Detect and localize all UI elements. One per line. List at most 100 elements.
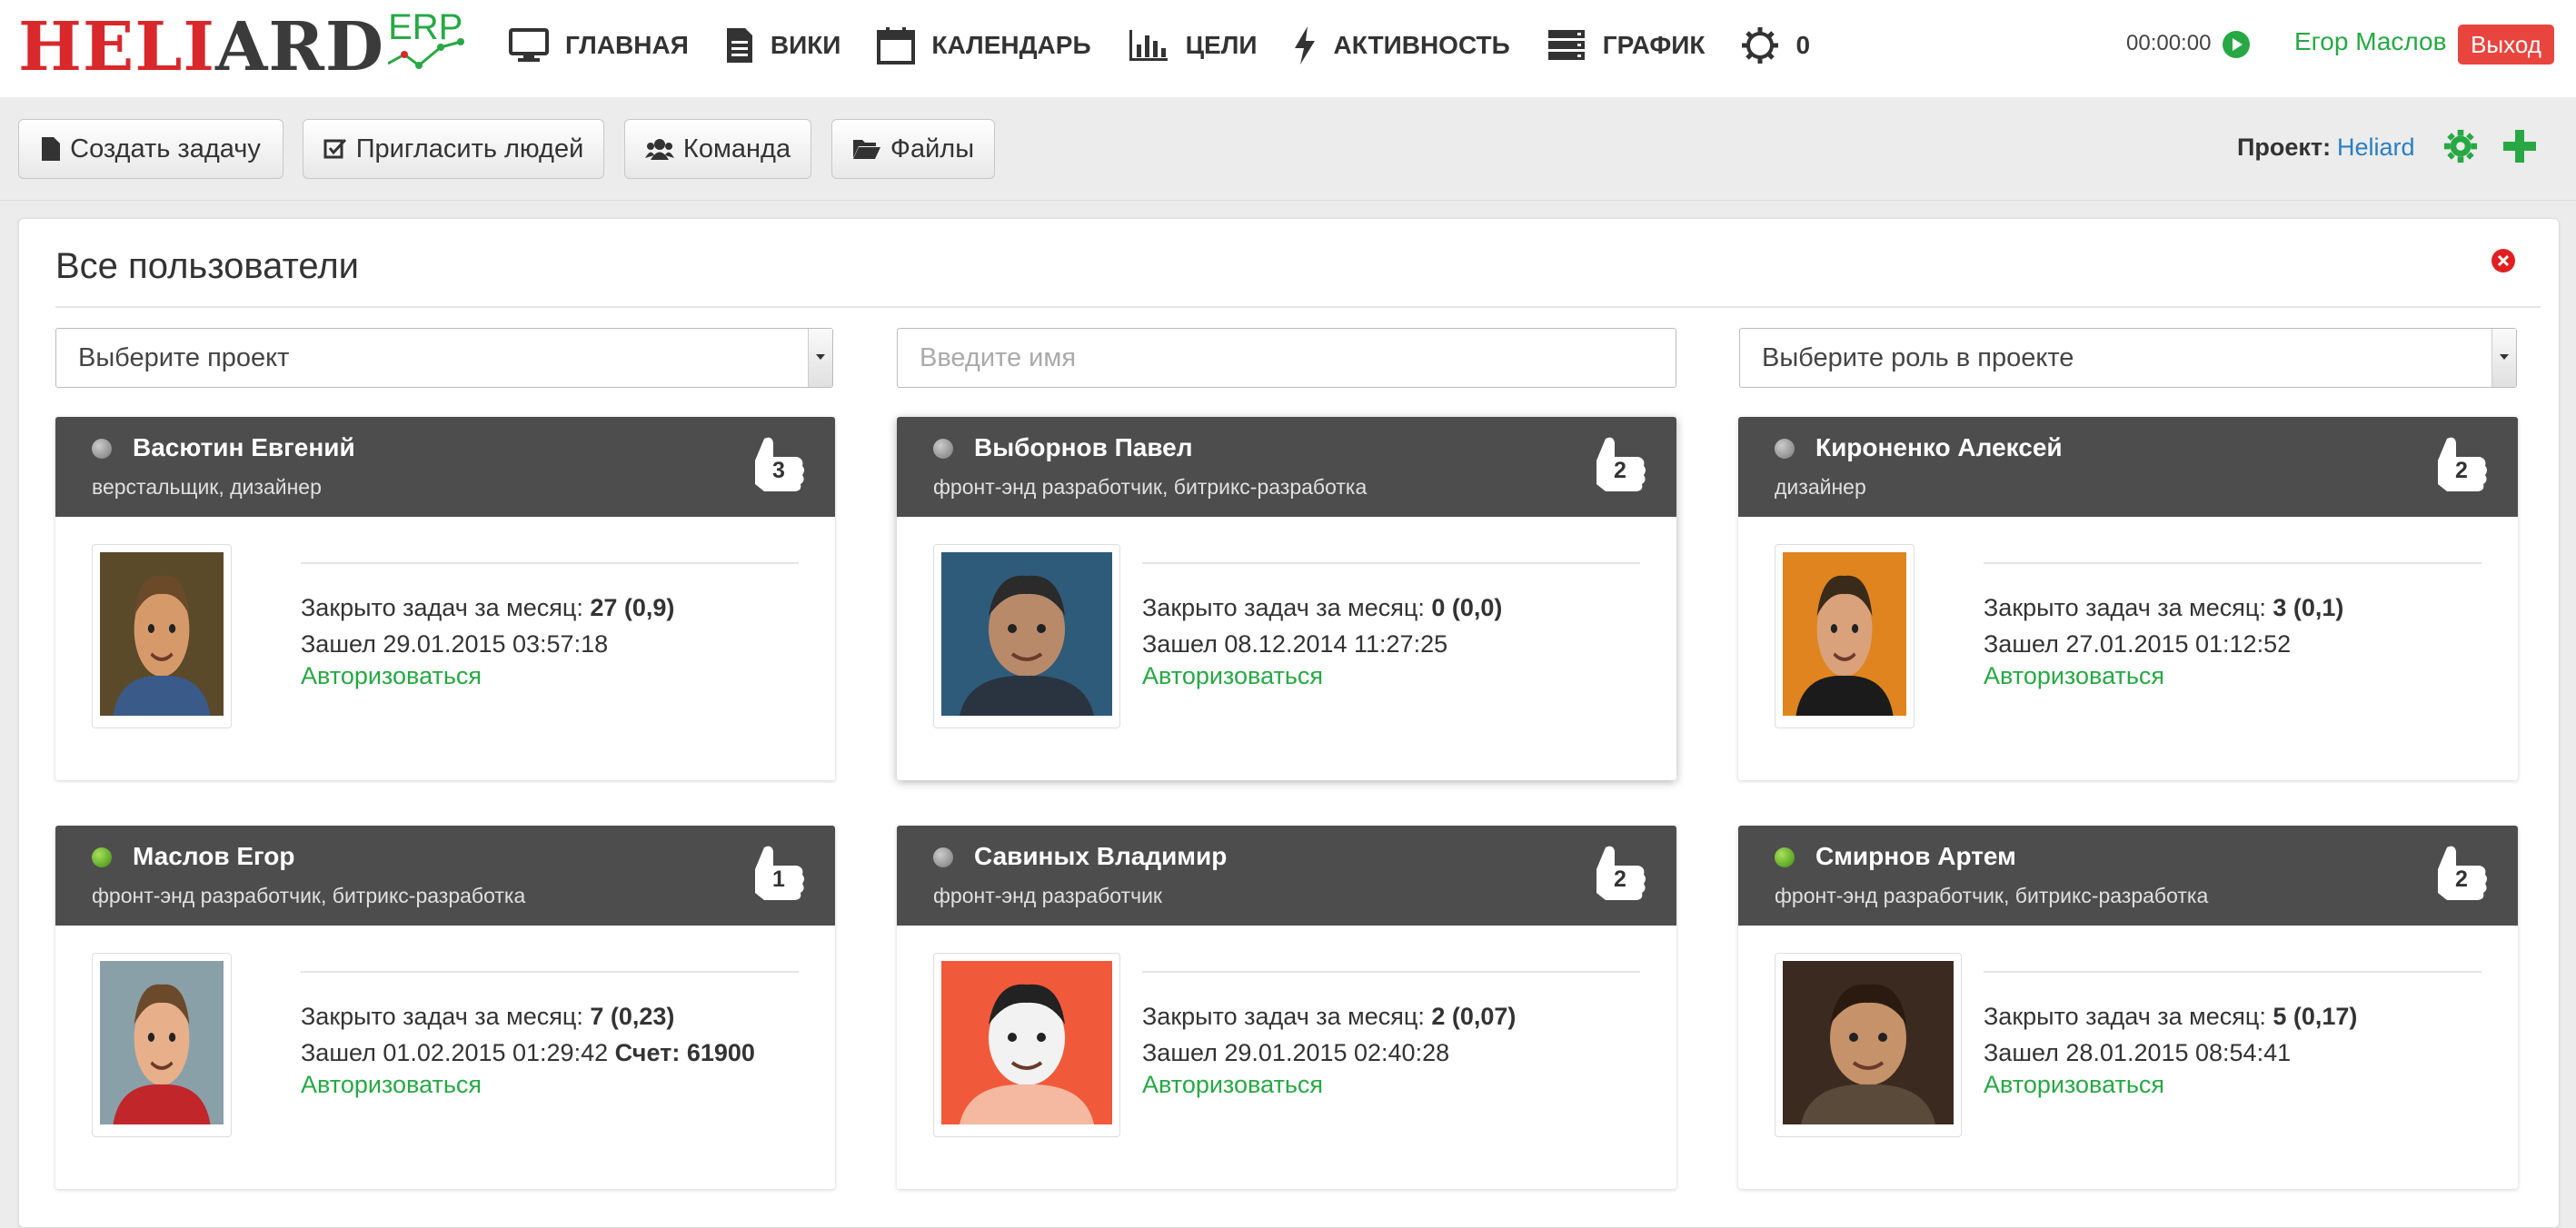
avatar-image [100,961,224,1124]
checkbox-icon [323,138,346,159]
logo-erp: ERP [388,7,465,69]
last-visit-value: 28.01.2015 08:54:41 [2065,1039,2292,1066]
last-visit-label: Зашел [1984,1039,2059,1066]
project-link[interactable]: Heliard [2337,134,2415,162]
avatar-image [1783,552,1906,716]
user-name[interactable]: Маслов Егор [133,842,295,871]
closed-tasks-row: Закрыто задач за месяц: 27 (0,9) [301,589,674,626]
file-icon [42,137,61,161]
logo-wordmark: HELIARD [18,9,384,85]
role-select[interactable]: Выберите роль в проекте [1739,328,2517,388]
play-icon[interactable] [2222,30,2251,59]
last-visit-row: Зашел 29.01.2015 03:57:18 [301,626,674,662]
logo[interactable]: HELIARD ERP [18,7,465,85]
team-button[interactable]: Команда [624,119,811,179]
user-stats: Закрыто задач за месяц: 5 (0,17) Зашел 2… [1984,998,2357,1071]
user-role: фронт-энд разработчик, битрикс-разработк… [933,475,1368,499]
closed-tasks-label: Закрыто задач за месяц: [1984,1003,2266,1030]
avatar[interactable] [1775,953,1962,1137]
chevron-down-icon [808,329,832,387]
user-name[interactable]: Савиных Владимир [974,842,1227,871]
authorize-link[interactable]: Авторизоваться [1984,1071,2164,1099]
card-divider [1984,971,2482,973]
monitor-icon [509,28,549,62]
status-indicator-icon [1775,847,1795,867]
closed-tasks-row: Закрыто задач за месяц: 7 (0,23) [301,998,755,1035]
main-nav: ГЛАВНАЯ ВИКИ КАЛЕНДАРЬ ЦЕЛИ АКТИВНОСТЬ Г… [509,0,1846,91]
user-card-header: Маслов Егор фронт-энд разработчик, битри… [55,826,835,926]
create-task-label: Создать задачу [70,134,261,163]
gear-icon [1742,27,1779,64]
user-card-header: Смирнов Артем фронт-энд разработчик, бит… [1738,826,2518,926]
nav-calendar-label: КАЛЕНДАРЬ [931,31,1091,59]
likes-count: 2 [1614,458,1626,483]
nav-calendar[interactable]: КАЛЕНДАРЬ [877,26,1091,64]
user-card[interactable]: Маслов Егор фронт-энд разработчик, битри… [55,826,835,1189]
likes-count: 1 [772,867,785,892]
authorize-link[interactable]: Авторизоваться [301,662,482,690]
name-search-input[interactable]: Введите имя [897,328,1676,388]
last-visit-value: 08.12.2014 11:27:25 [1224,630,1448,658]
avatar[interactable] [1775,544,1915,728]
nav-settings-counter[interactable]: 0 [1741,26,1810,64]
closed-tasks-value: 3 (0,1) [2273,594,2344,621]
closed-tasks-row: Закрыто задач за месяц: 3 (0,1) [1984,589,2343,626]
authorize-link[interactable]: Авторизоваться [1984,662,2164,690]
role-select-value: Выберите роль в проекте [1762,343,2074,372]
project-select[interactable]: Выберите проект [55,328,833,388]
avatar-image [100,552,224,716]
user-card[interactable]: Выборнов Павел фронт-энд разработчик, би… [897,417,1676,780]
add-project-icon[interactable] [2501,128,2538,164]
user-name[interactable]: Кироненко Алексей [1815,433,2063,462]
avatar-image [1783,961,1954,1124]
project-settings-icon[interactable] [2442,128,2479,164]
nav-schedule[interactable]: ГРАФИК [1547,28,1706,63]
user-card[interactable]: Савиных Владимир фронт-энд разработчик 2 [897,826,1676,1189]
score-label: Счет: [614,1039,681,1066]
nav-counter-label: 0 [1795,31,1811,59]
user-card[interactable]: Васютин Евгений верстальщик, дизайнер 3 [55,417,835,780]
user-name[interactable]: Смирнов Артем [1815,842,2016,871]
user-card-header: Савиных Владимир фронт-энд разработчик 2 [897,826,1676,926]
user-name[interactable]: Выборнов Павел [974,433,1193,462]
last-visit-row: Зашел 27.01.2015 01:12:52 [1984,626,2343,662]
nav-activity[interactable]: АКТИВНОСТЬ [1293,26,1510,64]
invite-people-button[interactable]: Пригласить людей [303,119,604,179]
closed-tasks-value: 27 (0,9) [590,594,675,621]
files-button[interactable]: Файлы [831,119,995,179]
avatar[interactable] [92,953,232,1137]
nav-wiki[interactable]: ВИКИ [725,26,841,64]
closed-tasks-value: 5 (0,17) [2273,1003,2358,1030]
logout-button[interactable]: Выход [2458,25,2554,64]
lightning-icon [1295,26,1316,64]
invite-people-label: Пригласить людей [355,134,584,163]
authorize-link[interactable]: Авторизоваться [1142,1071,1323,1099]
nav-schedule-label: ГРАФИК [1602,31,1706,59]
user-card[interactable]: Кироненко Алексей дизайнер 2 Закрыто зад… [1738,417,2518,780]
authorize-link[interactable]: Авторизоваться [301,1071,482,1099]
avatar[interactable] [92,544,232,728]
nav-wiki-label: ВИКИ [770,31,841,59]
user-name[interactable]: Васютин Евгений [133,433,355,462]
user-name-link[interactable]: Егор Маслов [2294,27,2447,56]
status-indicator-icon [933,847,953,867]
likes-count: 2 [2455,867,2468,892]
name-search-placeholder: Введите имя [920,343,1077,372]
last-visit-value: 27.01.2015 01:12:52 [2065,630,2292,658]
nav-goals[interactable]: ЦЕЛИ [1128,28,1258,63]
status-indicator-icon [1775,439,1795,459]
closed-tasks-label: Закрыто задач за месяц: [1142,594,1425,621]
avatar[interactable] [933,953,1120,1137]
user-card-header: Кироненко Алексей дизайнер 2 [1738,417,2518,517]
toolbar: Создать задачу Пригласить людей Команда … [0,97,2576,201]
nav-goals-label: ЦЕЛИ [1185,31,1258,59]
avatar[interactable] [933,544,1120,728]
calendar-icon [877,27,916,64]
user-card[interactable]: Смирнов Артем фронт-энд разработчик, бит… [1738,826,2518,1189]
nav-home[interactable]: ГЛАВНАЯ [509,28,689,63]
authorize-link[interactable]: Авторизоваться [1142,662,1323,690]
bar-chart-icon [1129,30,1168,61]
closed-tasks-value: 7 (0,23) [590,1003,675,1030]
close-icon[interactable] [2491,248,2516,273]
create-task-button[interactable]: Создать задачу [18,119,283,179]
